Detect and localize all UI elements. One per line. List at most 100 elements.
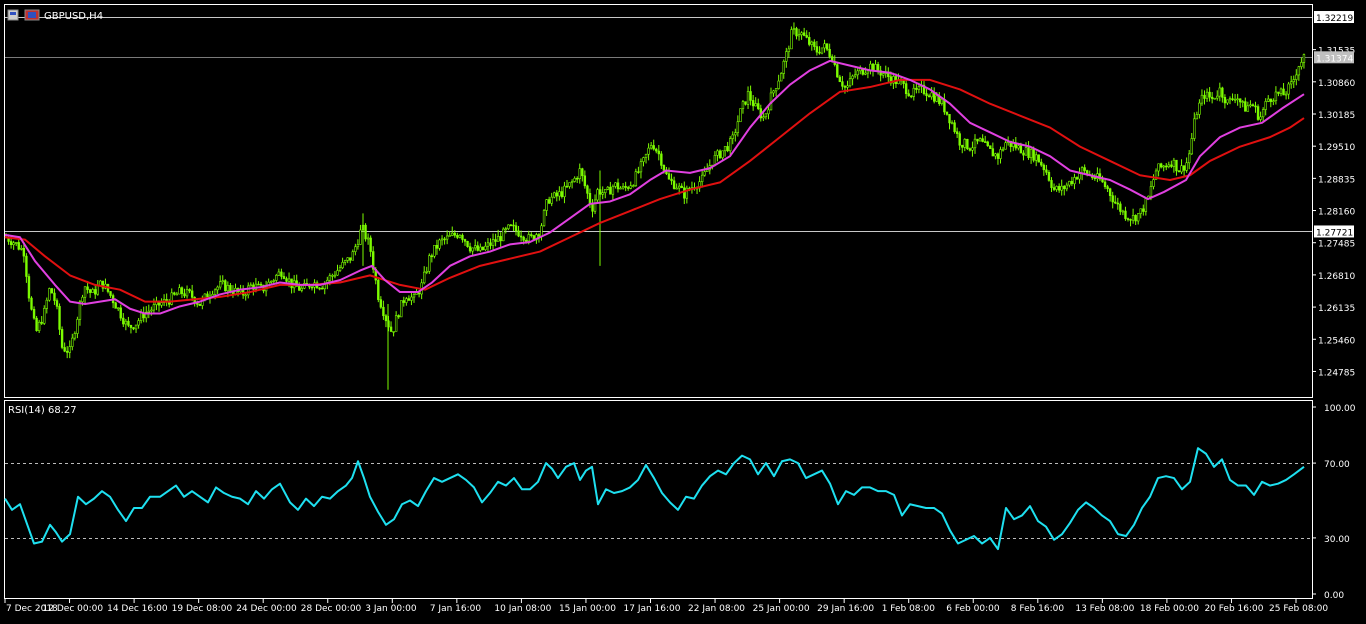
candle-body	[328, 275, 332, 281]
candle[interactable]	[433, 244, 436, 259]
price-tick-label: 1.30860	[1318, 79, 1355, 89]
candle-body	[502, 228, 505, 242]
candle-body	[1106, 186, 1109, 190]
candle-body	[1108, 188, 1112, 196]
time-tick-label: 14 Dec 16:00	[107, 604, 168, 614]
candle-body	[621, 186, 625, 189]
candle-body	[820, 47, 824, 54]
candle-body	[782, 61, 785, 74]
candle-body	[558, 191, 561, 197]
candle[interactable]	[542, 209, 546, 227]
candle[interactable]	[820, 47, 824, 55]
candle-body	[986, 141, 989, 147]
candle-body	[700, 174, 704, 182]
candle-body	[614, 182, 617, 187]
candle[interactable]	[502, 227, 505, 242]
candle-body	[851, 75, 854, 80]
candle[interactable]	[1213, 97, 1216, 100]
candle-body	[706, 169, 709, 172]
candle-body	[823, 43, 826, 49]
candle[interactable]	[60, 326, 64, 350]
candle[interactable]	[836, 63, 839, 78]
candle-body	[63, 347, 66, 352]
candle-body	[1279, 88, 1283, 94]
candle[interactable]	[50, 287, 54, 294]
candle-body	[588, 193, 592, 205]
candle[interactable]	[43, 305, 46, 325]
candle-body	[547, 199, 551, 204]
candle[interactable]	[634, 168, 638, 187]
candle[interactable]	[739, 108, 742, 123]
candle[interactable]	[466, 240, 469, 248]
candle-body	[917, 86, 921, 90]
candle-body	[435, 244, 439, 249]
candle-body	[657, 150, 661, 155]
candle[interactable]	[986, 140, 989, 147]
candle-body	[53, 292, 56, 301]
candle-body	[491, 239, 495, 246]
candle[interactable]	[30, 296, 33, 311]
candle-body	[32, 309, 36, 319]
candle-body	[134, 324, 138, 330]
candle[interactable]	[779, 72, 783, 82]
candle[interactable]	[989, 145, 992, 149]
candle-body	[185, 289, 189, 297]
candle-body	[349, 257, 352, 261]
candle[interactable]	[114, 301, 117, 309]
chart-canvas[interactable]: 1.315351.308601.301851.295101.288351.281…	[0, 0, 1366, 620]
candle-body	[1216, 95, 1219, 99]
candle-body	[1040, 161, 1043, 166]
candle[interactable]	[377, 277, 380, 303]
candle-body	[1057, 186, 1061, 191]
candle[interactable]	[364, 223, 367, 242]
candle[interactable]	[966, 138, 969, 151]
candle[interactable]	[428, 253, 431, 274]
candle-body	[343, 260, 347, 263]
candle-body	[828, 48, 831, 57]
time-tick-label: 15 Jan 00:00	[559, 604, 616, 614]
candle-body	[377, 279, 380, 300]
candle-body	[994, 153, 997, 157]
candle[interactable]	[1037, 154, 1040, 163]
candle-body	[1052, 187, 1056, 190]
candle-body	[310, 286, 314, 289]
candle-body	[94, 289, 97, 295]
candle[interactable]	[718, 149, 722, 159]
candle-body	[1226, 99, 1229, 104]
candle-body	[639, 161, 643, 173]
candle-body	[1142, 208, 1145, 212]
candle-body	[461, 234, 464, 240]
price-tick-label: 1.24785	[1318, 368, 1355, 378]
candle[interactable]	[198, 303, 201, 306]
candle-body	[652, 145, 655, 150]
candle-body	[856, 70, 859, 76]
candle-body	[644, 153, 648, 158]
candle-body	[1269, 98, 1273, 102]
candle-body	[570, 181, 574, 183]
candle-body	[736, 121, 740, 133]
price-tick-label: 1.30185	[1318, 111, 1355, 121]
candle-body	[499, 236, 502, 242]
candle-body	[524, 239, 528, 242]
candle[interactable]	[224, 279, 227, 292]
candle[interactable]	[553, 191, 556, 199]
candle-body	[1042, 164, 1046, 171]
candle-body	[767, 109, 770, 115]
candle-body	[601, 192, 604, 195]
candle-body	[25, 255, 28, 277]
candle[interactable]	[481, 246, 485, 251]
candle[interactable]	[27, 273, 31, 302]
candle[interactable]	[790, 26, 793, 50]
time-tick-label: 13 Feb 08:00	[1075, 604, 1134, 614]
candle[interactable]	[1256, 104, 1260, 121]
candle[interactable]	[35, 315, 38, 332]
candle-body	[1060, 185, 1063, 191]
candle-body	[1037, 154, 1040, 163]
candle-body	[507, 224, 510, 230]
candle[interactable]	[48, 287, 51, 302]
candle-body	[550, 196, 553, 204]
rsi-tick-label: 0.00	[1324, 591, 1344, 601]
candle-body	[369, 237, 372, 252]
candle[interactable]	[400, 300, 403, 318]
time-tick-label: 6 Feb 00:00	[946, 604, 1000, 614]
